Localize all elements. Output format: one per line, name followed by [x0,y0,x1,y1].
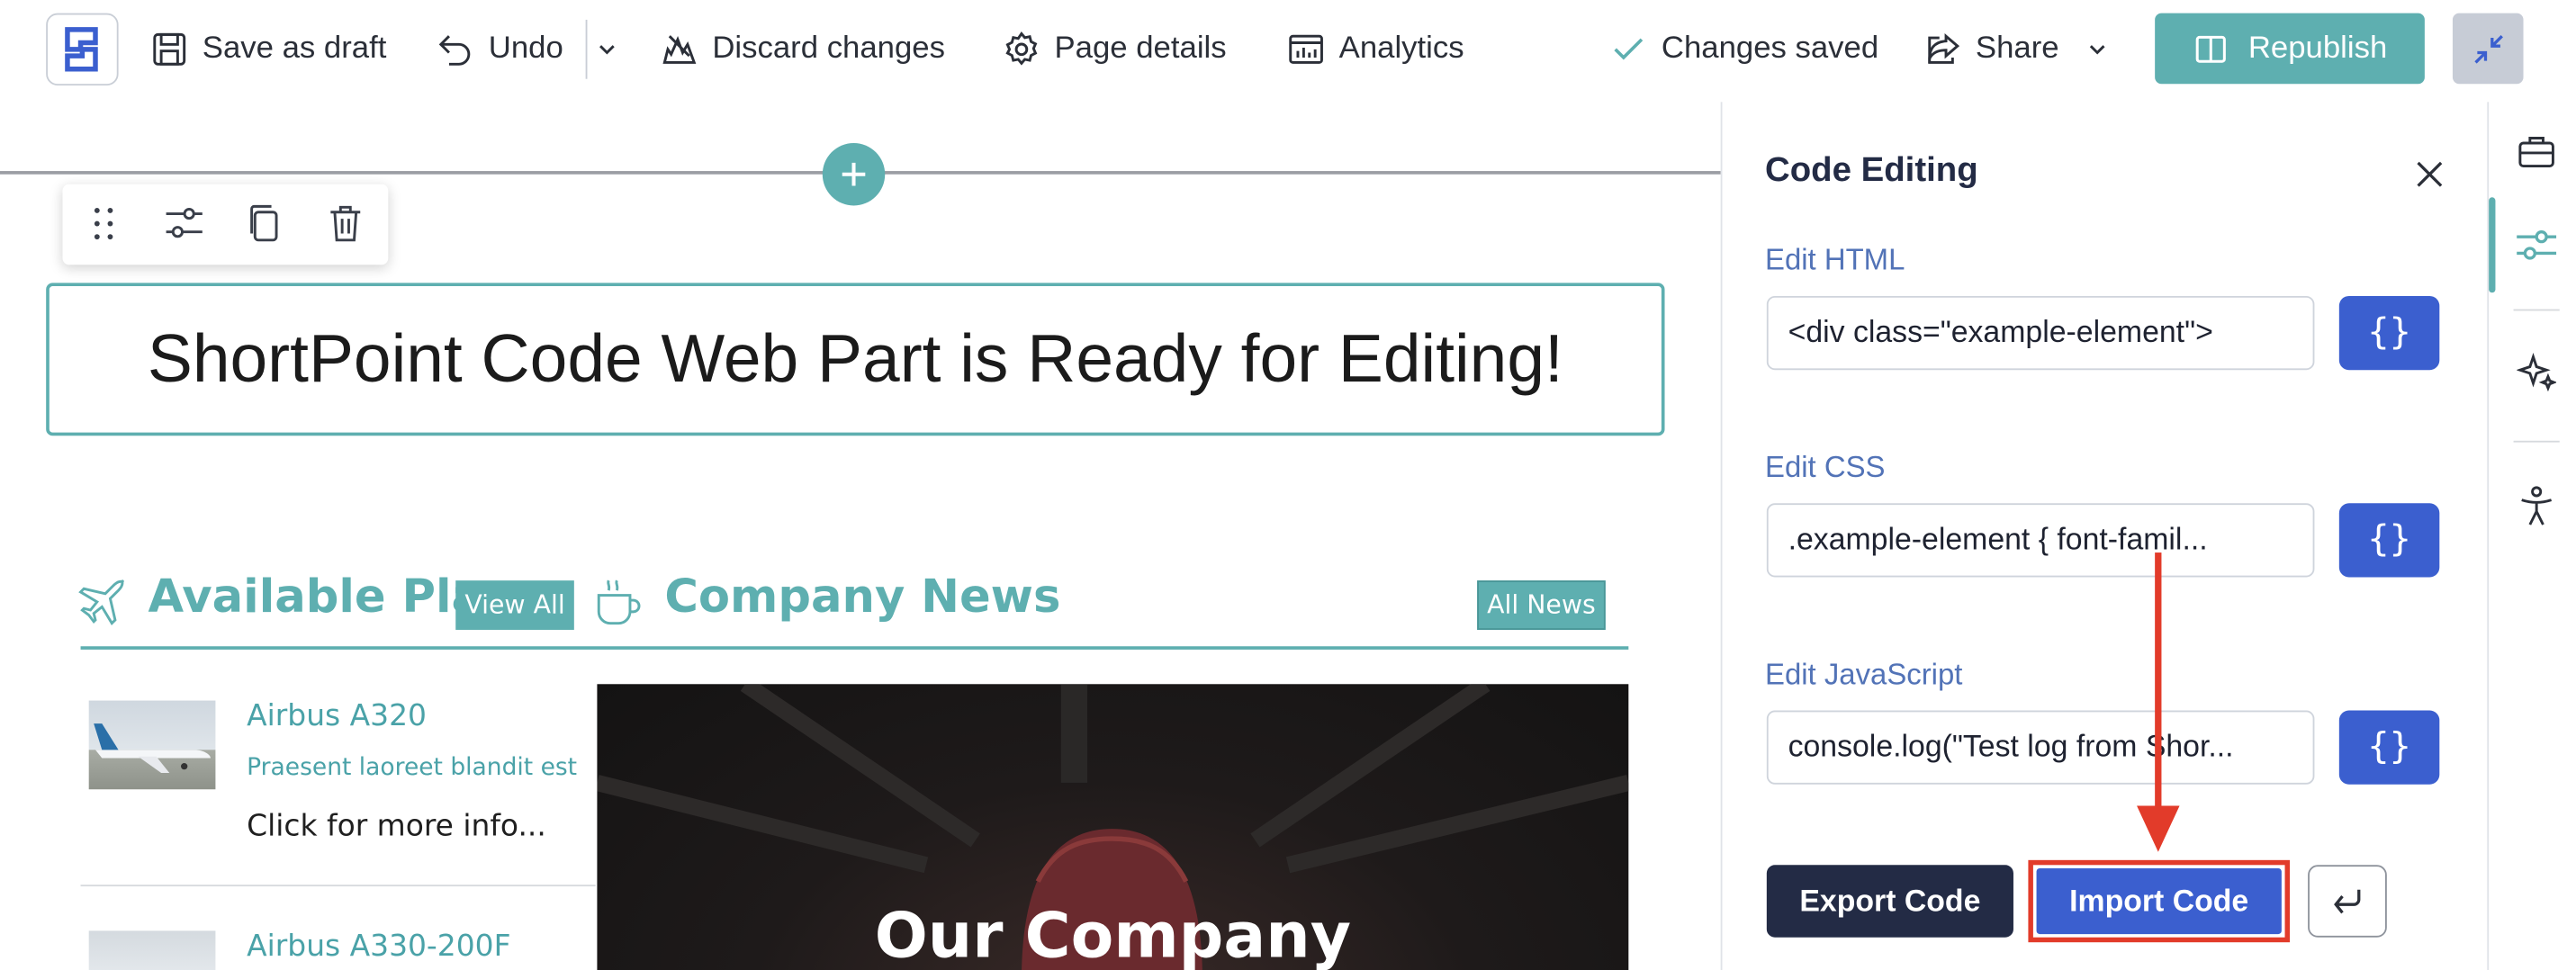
rail-divider [2513,309,2560,311]
news-feature-image[interactable]: Our Company [597,684,1629,970]
save-draft-button[interactable]: Save as draft [149,0,386,99]
plus-icon [842,162,866,186]
airplane-icon [78,579,125,626]
book-icon [2195,35,2226,62]
panel-left-border [1720,102,1723,970]
page-details-label: Page details [1054,31,1227,67]
panel-title: Code Editing [1765,151,1978,190]
save-icon [153,32,186,66]
rail-toolbox-button[interactable] [2507,121,2566,181]
news-header-underline [80,646,1629,650]
banner-headline: ShortPoint Code Web Part is Ready for Ed… [147,320,1563,397]
css-label: Edit CSS [1765,450,1886,484]
html-editor-button[interactable]: {} [2338,295,2440,371]
undo-button[interactable]: Undo [436,0,563,99]
duplicate-button[interactable] [232,191,298,256]
rail-accessibility-button[interactable] [2507,477,2566,536]
save-status: Changes saved [1608,0,1878,99]
annotation-arrow-shaft [2155,552,2162,813]
sliders-icon [166,208,203,238]
undo-history-dropdown[interactable] [589,30,625,69]
undo-label: Undo [488,31,563,67]
share-button[interactable]: Share [1923,0,2108,99]
add-section-button[interactable] [822,143,886,206]
airplane-photo [94,723,211,773]
republish-label: Republish [2247,30,2388,66]
save-draft-label: Save as draft [202,31,387,67]
discard-icon [662,35,697,64]
chevron-down-icon [599,45,615,55]
rail-active-indicator [2489,197,2496,293]
plane-thumbnail[interactable] [88,700,216,790]
sliders-icon [2517,230,2557,260]
html-code-field[interactable]: <div class="example-element"> [1766,295,2315,371]
toolbar-divider [585,19,588,79]
all-news-button[interactable]: All News [1477,580,1606,630]
briefcase-icon [2518,137,2554,168]
plane-subtitle: Praesent laoreet blandit est [247,754,578,782]
drag-handle[interactable] [71,191,137,256]
copy-icon [250,204,278,242]
sparkles-icon [2517,352,2557,391]
undo-icon [438,35,471,66]
element-settings-button[interactable] [151,191,217,256]
accessibility-icon [2521,486,2553,525]
share-icon [1928,33,1960,64]
drag-dots-icon [94,208,113,240]
coffee-cup-icon [597,579,641,625]
page-details-button[interactable]: Page details [1002,0,1227,99]
delete-button[interactable] [312,191,378,256]
share-label: Share [1975,31,2059,67]
js-editor-button[interactable]: {} [2338,710,2440,785]
reset-code-button[interactable] [2308,865,2387,938]
save-status-label: Changes saved [1661,31,1879,67]
rail-ai-button[interactable] [2507,342,2566,401]
app-logo[interactable] [46,13,119,86]
code-web-part-banner[interactable]: ShortPoint Code Web Part is Ready for Ed… [46,283,1665,436]
js-code-field[interactable]: console.log("Test log from Shor... [1766,710,2315,785]
close-icon [2417,161,2443,187]
chevron-down-icon [2089,45,2104,55]
view-all-button[interactable]: View All [455,580,574,630]
rail-settings-button[interactable] [2507,215,2566,274]
collapse-icon [2473,34,2503,63]
plane-name-link[interactable]: Airbus A320 [247,699,427,733]
annotation-arrowhead-icon [2137,805,2180,852]
analytics-button[interactable]: Analytics [1286,0,1464,99]
js-label: Edit JavaScript [1765,658,1963,691]
checkmark-icon [1614,38,1644,60]
return-arrow-icon [2334,889,2361,914]
gear-icon [1005,31,1038,66]
rail-divider [2513,440,2560,443]
css-code-field[interactable]: .example-element { font-famil... [1766,503,2315,578]
plane-name-link[interactable]: Airbus A330-200F [247,930,510,964]
discard-changes-button[interactable]: Discard changes [660,0,945,99]
css-editor-button[interactable]: {} [2338,503,2440,578]
discard-changes-label: Discard changes [712,31,946,67]
news-title: Company News [664,569,1061,624]
close-panel-button[interactable] [2407,151,2453,197]
plane-more-info[interactable]: Click for more info... [247,809,546,843]
plane-thumbnail[interactable] [88,930,216,970]
plane-row-divider [80,885,596,887]
analytics-icon [1289,34,1323,64]
html-label: Edit HTML [1765,243,1905,277]
analytics-label: Analytics [1338,31,1464,67]
shortpoint-logo-icon [65,27,98,72]
collapse-button[interactable] [2452,13,2524,85]
republish-button[interactable]: Republish [2155,13,2425,85]
export-code-button[interactable]: Export Code [1766,865,2013,938]
import-code-button[interactable]: Import Code [2036,867,2282,935]
trash-icon [330,205,361,242]
news-overlay-title: Our Company [874,899,1351,970]
